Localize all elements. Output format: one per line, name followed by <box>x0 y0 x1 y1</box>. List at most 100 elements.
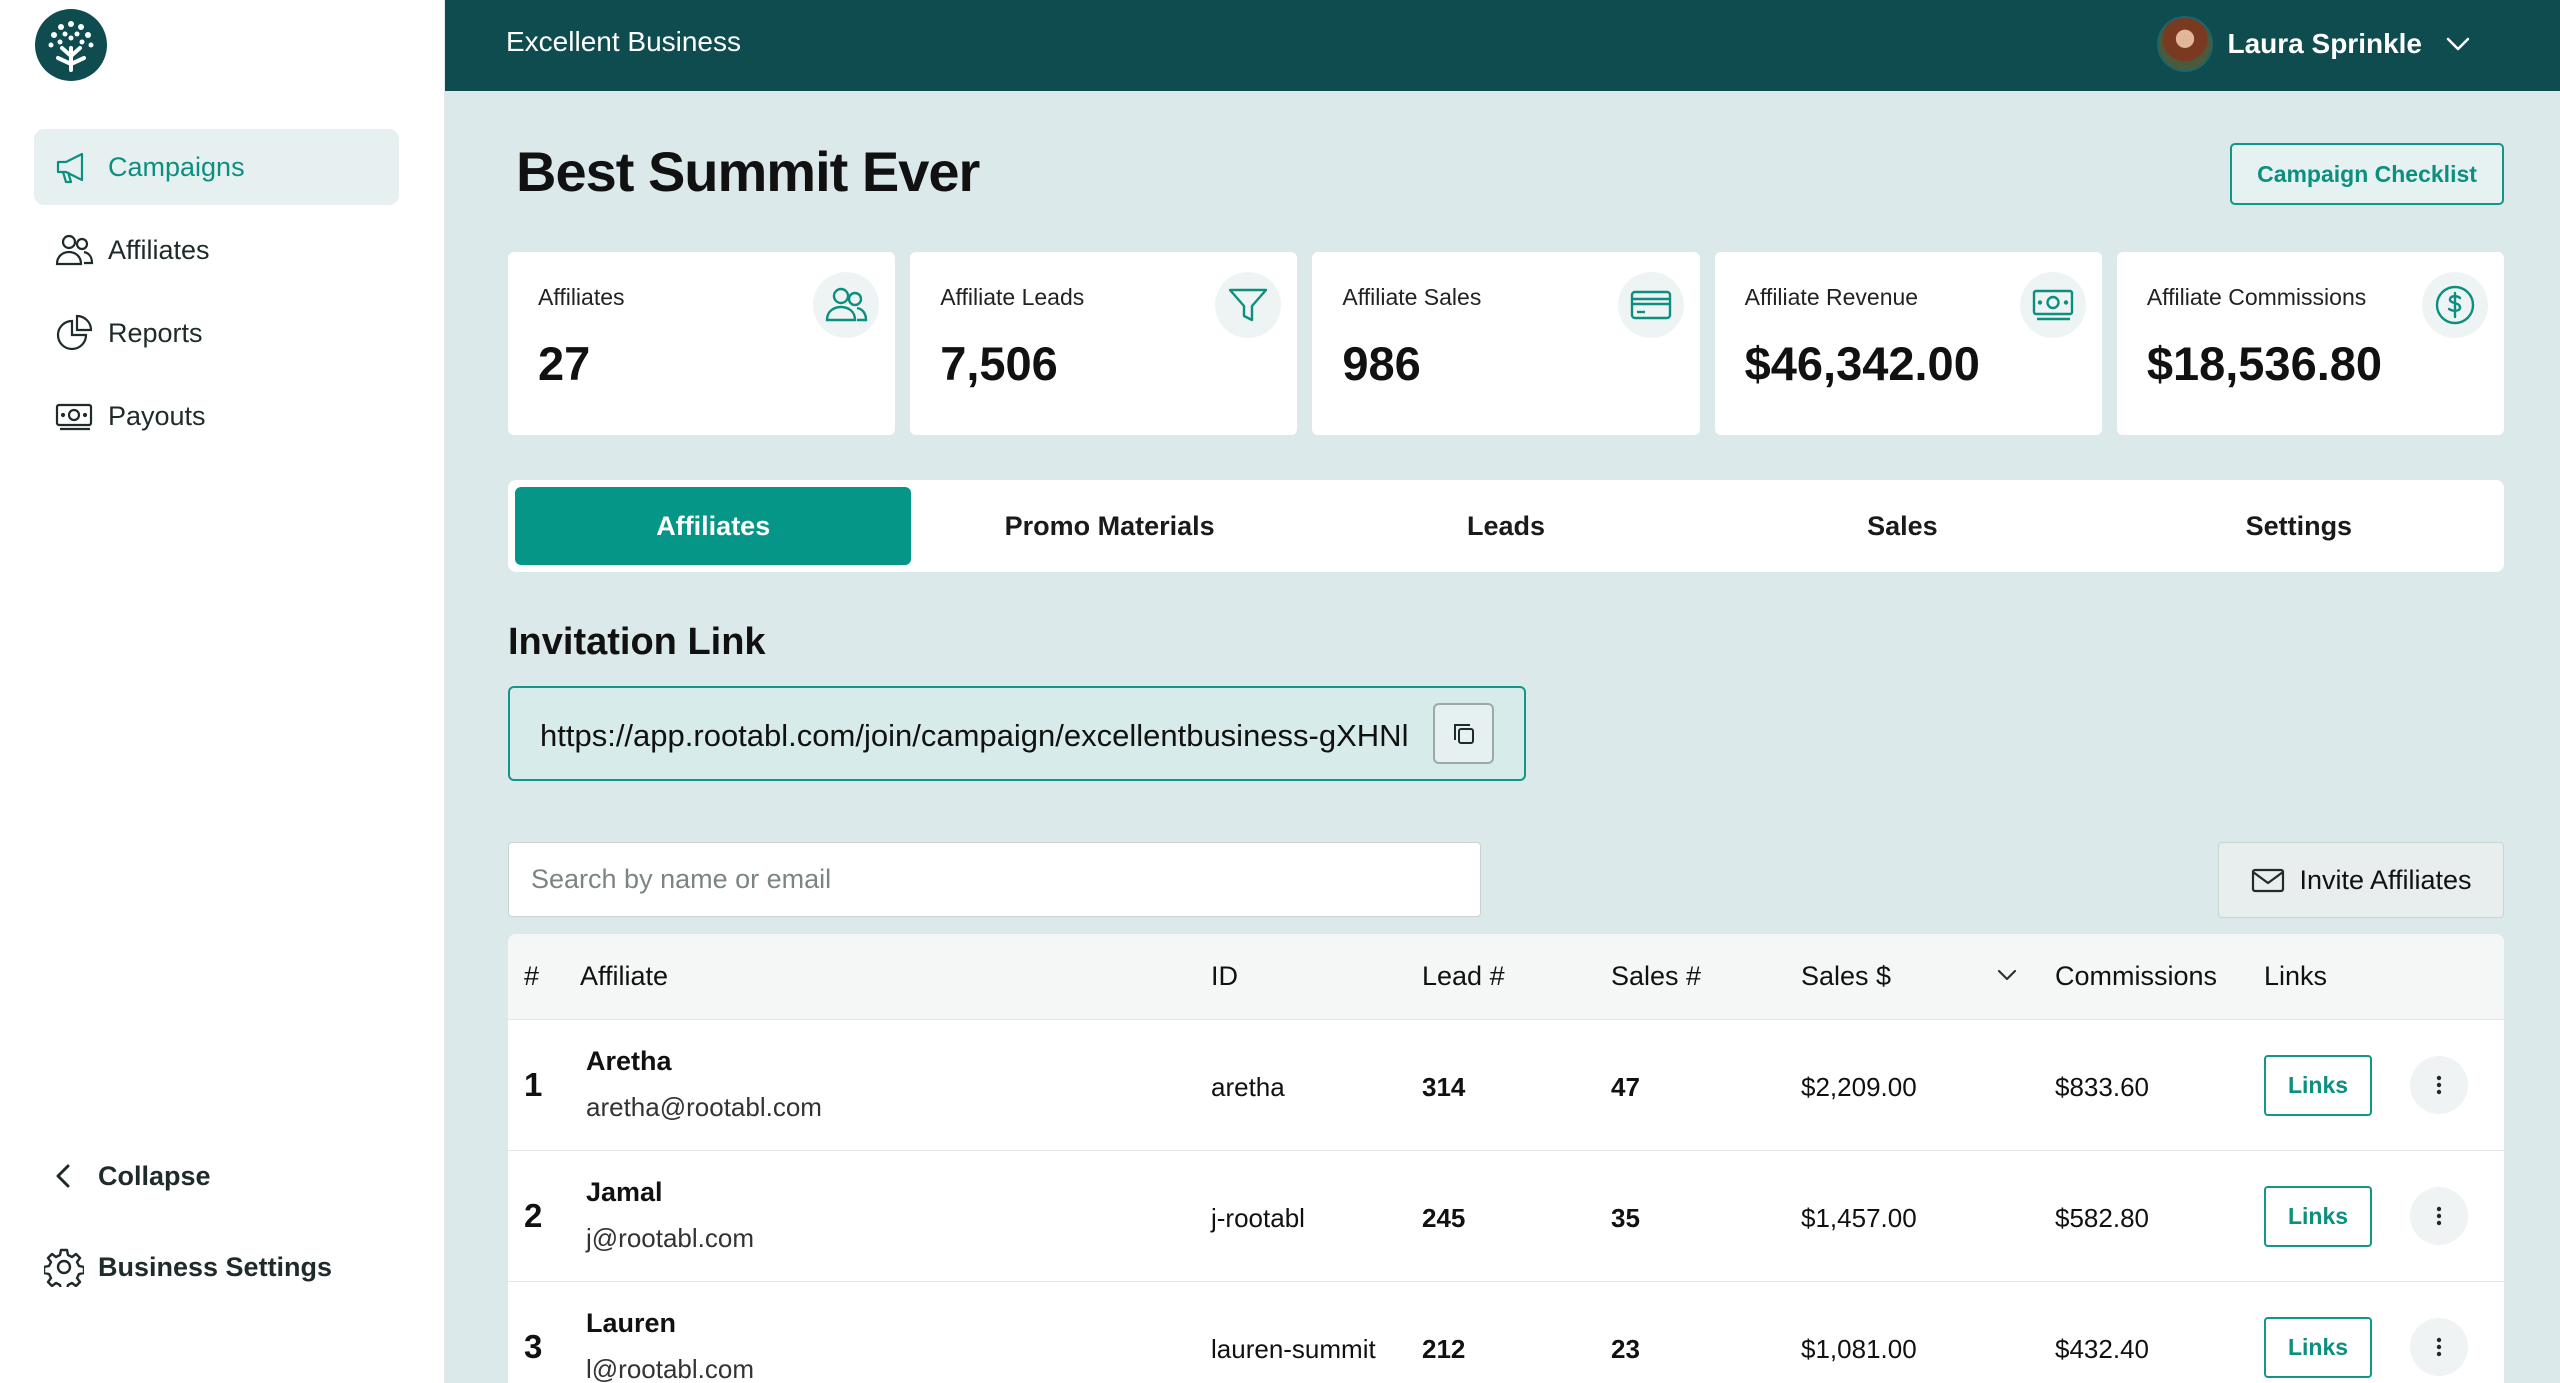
lead-count: 245 <box>1422 1203 1466 1233</box>
collapse-button[interactable]: Collapse <box>44 1146 404 1206</box>
sidebar-item-label: Campaigns <box>108 151 245 182</box>
page-title: Best Summit Ever <box>516 140 980 203</box>
affiliate-name: Jamal <box>586 1177 663 1207</box>
row-menu-button[interactable] <box>2410 1056 2468 1114</box>
invite-affiliates-label: Invite Affiliates <box>2299 864 2472 895</box>
invite-affiliates-button[interactable]: Invite Affiliates <box>2218 842 2504 918</box>
stats-row: Affiliates 27 Affiliate Leads 7,506 Affi… <box>508 252 2505 435</box>
stat-label: Affiliates <box>538 284 625 310</box>
avatar <box>2157 16 2214 72</box>
more-vertical-icon <box>2436 1075 2442 1095</box>
row-number: 2 <box>524 1197 543 1234</box>
copy-link-button[interactable] <box>1433 703 1494 764</box>
affiliate-name: Lauren <box>586 1308 677 1338</box>
business-settings-button[interactable]: Business Settings <box>44 1237 404 1297</box>
stat-value: 7,506 <box>940 337 1058 390</box>
user-menu[interactable]: Laura Sprinkle <box>2157 14 2472 74</box>
affiliate-id: lauren-summit <box>1211 1334 1376 1364</box>
sales-count: 35 <box>1611 1203 1640 1233</box>
col-header-sales-amount[interactable]: Sales $ <box>1801 961 1891 992</box>
sidebar-item-affiliates[interactable]: Affiliates <box>34 212 399 288</box>
col-header-id[interactable]: ID <box>1211 961 1238 992</box>
stat-card-leads: Affiliate Leads 7,506 <box>910 252 1298 435</box>
top-bar: Excellent Business Laura Sprinkle <box>445 0 2560 91</box>
affiliate-email: j@rootabl.com <box>586 1223 755 1253</box>
stat-label: Affiliate Leads <box>940 284 1085 310</box>
sidebar-item-payouts[interactable]: Payouts <box>34 378 399 454</box>
sidebar-item-reports[interactable]: Reports <box>34 295 399 371</box>
table-row[interactable]: 2 Jamal j@rootabl.com j-rootabl 245 35 $… <box>508 1151 2504 1282</box>
stat-value: 27 <box>538 337 591 390</box>
copy-icon <box>1453 723 1474 744</box>
sidebar-item-label: Reports <box>108 317 203 348</box>
affiliate-id: j-rootabl <box>1211 1203 1305 1233</box>
row-number: 1 <box>524 1066 543 1103</box>
sidebar-nav: Campaigns Affiliates Reports Payouts <box>34 129 399 461</box>
col-header-affiliate[interactable]: Affiliate <box>580 961 668 992</box>
chevron-left-icon <box>56 1164 70 1188</box>
users-icon <box>54 230 94 270</box>
megaphone-icon <box>54 147 94 187</box>
stat-value: 986 <box>1342 337 1421 390</box>
invitation-url[interactable]: https://app.rootabl.com/join/campaign/ex… <box>540 718 1440 754</box>
tree-logo-icon[interactable] <box>34 8 108 82</box>
campaign-tabs: Affiliates Promo Materials Leads Sales S… <box>508 480 2504 572</box>
table-row[interactable]: 1 Aretha aretha@rootabl.com aretha 314 4… <box>508 1020 2504 1151</box>
sales-count: 47 <box>1611 1072 1640 1102</box>
sales-amount: $1,081.00 <box>1801 1334 1917 1364</box>
col-header-lead[interactable]: Lead # <box>1422 961 1505 992</box>
sales-amount: $1,457.00 <box>1801 1203 1917 1233</box>
business-settings-label: Business Settings <box>98 1251 333 1282</box>
row-menu-button[interactable] <box>2410 1318 2468 1376</box>
stat-card-commissions: Affiliate Commissions $18,536.80 <box>2116 252 2505 435</box>
links-button[interactable]: Links <box>2264 1186 2372 1247</box>
row-number: 3 <box>524 1328 543 1365</box>
col-header-num: # <box>524 961 540 991</box>
campaign-checklist-button[interactable]: Campaign Checklist <box>2230 143 2504 205</box>
pie-chart-icon <box>54 313 94 353</box>
search-input[interactable] <box>508 842 1481 917</box>
invitation-link-box: https://app.rootabl.com/join/campaign/ex… <box>508 686 1526 781</box>
collapse-label: Collapse <box>98 1160 211 1191</box>
table-row[interactable]: 3 Lauren l@rootabl.com lauren-summit 212… <box>508 1282 2504 1383</box>
sort-chevron-down-icon[interactable] <box>1994 962 2020 988</box>
gear-icon <box>44 1248 84 1287</box>
row-menu-button[interactable] <box>2410 1187 2468 1245</box>
affiliate-email: aretha@rootabl.com <box>586 1092 822 1122</box>
more-vertical-icon <box>2436 1337 2442 1357</box>
stat-card-affiliates: Affiliates 27 <box>508 252 896 435</box>
col-header-sales-count[interactable]: Sales # <box>1611 961 1701 992</box>
lead-count: 314 <box>1422 1072 1466 1102</box>
table-header: # Affiliate ID Lead # Sales # Sales $ Co… <box>508 934 2504 1020</box>
sidebar-item-campaigns[interactable]: Campaigns <box>34 129 399 205</box>
tab-settings[interactable]: Settings <box>2101 487 2497 565</box>
sidebar: Campaigns Affiliates Reports Payouts Col… <box>0 0 445 1383</box>
col-header-commissions[interactable]: Commissions <box>2055 961 2217 992</box>
cash-icon <box>54 396 94 436</box>
sidebar-item-label: Payouts <box>108 400 206 431</box>
stat-label: Affiliate Revenue <box>1744 284 1919 310</box>
tab-affiliates[interactable]: Affiliates <box>515 487 912 565</box>
affiliates-table: # Affiliate ID Lead # Sales # Sales $ Co… <box>508 934 2504 1383</box>
main-content: Best Summit Ever Campaign Checklist Affi… <box>445 91 2560 1383</box>
more-vertical-icon <box>2436 1206 2442 1226</box>
tab-leads[interactable]: Leads <box>1308 487 1704 565</box>
cash-icon <box>2019 272 2086 338</box>
stat-value: $18,536.80 <box>2146 337 2383 390</box>
tab-sales[interactable]: Sales <box>1704 487 2100 565</box>
commissions-amount: $432.40 <box>2055 1334 2149 1364</box>
affiliate-id: aretha <box>1211 1072 1285 1102</box>
stat-card-revenue: Affiliate Revenue $46,342.00 <box>1714 252 2102 435</box>
col-header-links: Links <box>2264 961 2328 991</box>
links-button[interactable]: Links <box>2264 1055 2372 1116</box>
affiliate-name: Aretha <box>586 1046 672 1076</box>
invitation-link-title: Invitation Link <box>508 621 766 663</box>
tab-promo-materials[interactable]: Promo Materials <box>911 487 1307 565</box>
links-button[interactable]: Links <box>2264 1317 2372 1378</box>
stat-label: Affiliate Commissions <box>2146 284 2367 310</box>
sales-amount: $2,209.00 <box>1801 1072 1917 1102</box>
commissions-amount: $833.60 <box>2055 1072 2149 1102</box>
stat-card-sales: Affiliate Sales 986 <box>1312 252 1700 435</box>
mail-icon <box>2252 868 2285 893</box>
stat-label: Affiliate Sales <box>1342 284 1482 310</box>
